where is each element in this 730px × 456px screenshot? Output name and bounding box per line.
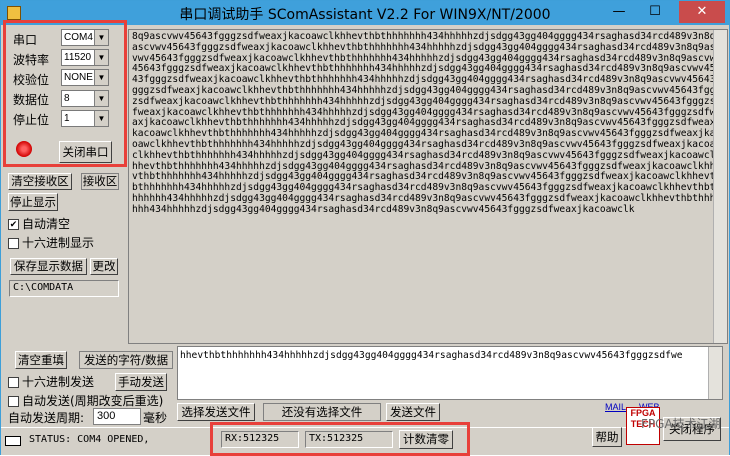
minimize-icon[interactable]: — bbox=[605, 1, 633, 23]
send-scrollbar[interactable] bbox=[708, 347, 722, 399]
close-port-button[interactable]: 关闭串口 bbox=[59, 141, 112, 163]
parity-select[interactable]: NONE ▼ bbox=[61, 69, 109, 86]
change-path-button[interactable]: 更改 bbox=[90, 258, 118, 275]
send-file-button[interactable]: 发送文件 bbox=[386, 403, 440, 421]
receive-text: 8q9ascvwv45643fgggzsdfweaxjkacoawclkhhev… bbox=[132, 31, 722, 215]
stop-display-button[interactable]: 停止显示 bbox=[8, 193, 58, 211]
baud-select[interactable]: 11520 ▼ bbox=[61, 49, 109, 66]
chevron-down-icon: ▼ bbox=[94, 70, 108, 85]
status-text: STATUS: COM4 OPENED, bbox=[29, 434, 150, 445]
period-input[interactable]: 300 bbox=[93, 408, 141, 425]
help-button[interactable]: 帮助 bbox=[592, 427, 622, 447]
chevron-down-icon: ▼ bbox=[94, 30, 108, 45]
checkbox-checked-icon: ✔ bbox=[8, 219, 19, 230]
parity-label: 校验位 bbox=[13, 73, 50, 87]
maximize-icon[interactable]: ☐ bbox=[641, 1, 669, 23]
send-chars-label: 发送的字符/数据 bbox=[79, 351, 173, 369]
baud-label: 波特率 bbox=[13, 53, 50, 67]
manual-send-button[interactable]: 手动发送 bbox=[115, 373, 167, 391]
chevron-down-icon: ▼ bbox=[94, 91, 108, 106]
save-data-button[interactable]: 保存显示数据 bbox=[10, 258, 87, 275]
receive-area-label: 接收区 bbox=[81, 173, 119, 190]
auto-send-checkbox[interactable]: 自动发送(周期改变后重选) bbox=[8, 392, 163, 409]
watermark-text: FPGA技术江湖 bbox=[641, 417, 721, 431]
selected-file-label: 还没有选择文件 bbox=[263, 403, 381, 421]
mail-link[interactable]: MAIL bbox=[605, 402, 626, 412]
reset-count-button[interactable]: 计数清零 bbox=[399, 430, 453, 449]
clear-reinput-button[interactable]: 清空重填 bbox=[15, 351, 67, 369]
receive-text-area[interactable]: 8q9ascvwv45643fgggzsdfweaxjkacoawclkhhev… bbox=[128, 29, 728, 344]
databits-label: 数据位 bbox=[13, 93, 50, 107]
rx-counter: RX:512325 bbox=[221, 431, 299, 448]
checkbox-icon bbox=[8, 396, 19, 407]
chevron-down-icon: ▼ bbox=[94, 50, 108, 65]
period-label: 自动发送周期: bbox=[8, 411, 85, 425]
auto-clear-checkbox[interactable]: ✔ 自动清空 bbox=[8, 215, 70, 232]
hex-display-checkbox[interactable]: 十六进制显示 bbox=[8, 234, 94, 251]
send-text-area[interactable]: hhevthbthhhhhhh434hhhhhzdjsdgg43gg404ggg… bbox=[177, 346, 723, 400]
databits-select[interactable]: 8 ▼ bbox=[61, 90, 109, 107]
hex-send-checkbox[interactable]: 十六进制发送 bbox=[8, 373, 94, 390]
tx-counter: TX:512325 bbox=[305, 431, 393, 448]
port-icon bbox=[5, 436, 21, 446]
receive-scrollbar[interactable] bbox=[713, 30, 727, 343]
port-status-led-icon bbox=[16, 141, 32, 157]
close-icon[interactable]: ✕ bbox=[679, 1, 725, 23]
port-label: 串口 bbox=[13, 33, 38, 47]
port-select[interactable]: COM4 ▼ bbox=[61, 29, 109, 46]
main-window: 串口调试助手 SComAssistant V2.2 For WIN9X/NT/2… bbox=[0, 0, 730, 456]
stopbits-select[interactable]: 1 ▼ bbox=[61, 110, 109, 127]
save-path-field[interactable]: C:\COMDATA bbox=[9, 280, 119, 297]
stopbits-label: 停止位 bbox=[13, 113, 50, 127]
choose-file-button[interactable]: 选择发送文件 bbox=[177, 403, 255, 421]
checkbox-icon bbox=[8, 238, 19, 249]
clear-receive-button[interactable]: 清空接收区 bbox=[8, 173, 72, 190]
checkbox-icon bbox=[8, 377, 19, 388]
period-unit: 毫秒 bbox=[143, 411, 168, 425]
send-text: hhevthbthhhhhhh434hhhhhzdjsdgg43gg404ggg… bbox=[180, 350, 683, 361]
chevron-down-icon: ▼ bbox=[94, 111, 108, 126]
